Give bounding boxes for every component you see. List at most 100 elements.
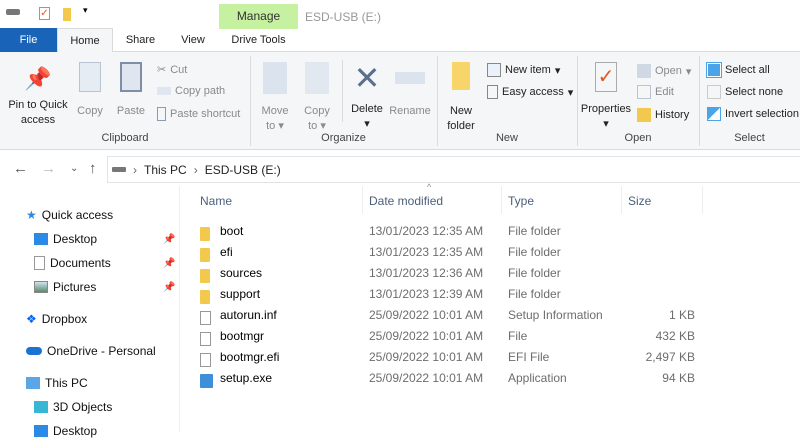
file-row[interactable]: support 13/01/2023 12:39 AM File folder xyxy=(196,284,716,305)
delete-button[interactable]: ✕ Delete ▾ xyxy=(348,62,386,132)
divider[interactable] xyxy=(362,186,363,214)
file-row[interactable]: bootmgr 25/09/2022 10:01 AM File 432 KB xyxy=(196,326,716,347)
group-label-organize: Organize xyxy=(321,132,366,144)
tab-home[interactable]: Home xyxy=(57,28,113,53)
window-title: ESD-USB (E:) xyxy=(305,10,382,24)
file-type: EFI File xyxy=(508,350,550,364)
file-row[interactable]: bootmgr.efi 25/09/2022 10:01 AM EFI File… xyxy=(196,347,716,368)
address-bar[interactable]: › This PC › ESD-USB (E:) xyxy=(107,156,800,183)
breadcrumb-this-pc[interactable]: This PC xyxy=(144,163,187,177)
forward-arrow-icon[interactable]: → xyxy=(41,160,56,177)
label: Paste shortcut xyxy=(170,108,241,120)
file-icon xyxy=(200,311,211,325)
file-type: File folder xyxy=(508,287,561,301)
divider[interactable] xyxy=(501,186,502,214)
properties-qat-icon[interactable]: ✓ xyxy=(39,7,50,20)
invert-selection-button[interactable]: Invert selection xyxy=(707,107,799,121)
easy-access-icon xyxy=(487,85,498,99)
back-arrow-icon[interactable]: ← xyxy=(13,160,28,177)
pin-icon[interactable]: 📌 xyxy=(163,282,175,293)
nav-dropbox[interactable]: ❖ Dropbox xyxy=(26,312,87,326)
pin-icon[interactable]: 📌 xyxy=(163,258,175,269)
label: access xyxy=(20,114,56,126)
file-size: 432 KB xyxy=(655,329,695,343)
tab-share[interactable]: Share xyxy=(113,28,168,52)
label: Properties xyxy=(580,103,632,115)
label: OneDrive - Personal xyxy=(47,344,156,358)
rename-button[interactable]: Rename xyxy=(389,62,431,119)
column-header-date[interactable]: Date modified xyxy=(369,194,443,208)
tab-file[interactable]: File xyxy=(0,28,57,52)
breadcrumb-esd-usb[interactable]: ESD-USB (E:) xyxy=(205,163,281,177)
label: Paste xyxy=(116,105,146,117)
group-label-open: Open xyxy=(624,132,652,144)
copy-to-button[interactable]: Copy to ▾ xyxy=(298,62,336,134)
up-arrow-icon[interactable]: ↑ xyxy=(89,160,97,177)
select-none-button[interactable]: Select none xyxy=(707,85,783,99)
new-folder-qat-icon[interactable] xyxy=(63,8,71,21)
column-header-name[interactable]: Name xyxy=(200,194,232,208)
properties-button[interactable]: ✓ Properties ▾ xyxy=(580,62,632,132)
pin-icon[interactable]: 📌 xyxy=(163,234,175,245)
nav-desktop[interactable]: Desktop xyxy=(34,232,97,246)
divider[interactable] xyxy=(702,186,703,214)
pictures-icon xyxy=(34,281,48,293)
file-row[interactable]: autorun.inf 25/09/2022 10:01 AM Setup In… xyxy=(196,305,716,326)
tab-view[interactable]: View xyxy=(168,28,218,52)
file-name: bootmgr xyxy=(220,329,265,343)
column-header-size[interactable]: Size xyxy=(628,194,651,208)
copy-button[interactable]: Copy xyxy=(73,62,107,119)
nav-documents[interactable]: Documents xyxy=(34,256,111,270)
new-item-button[interactable]: New item ▾ xyxy=(487,63,560,77)
manage-context-label: Manage xyxy=(219,4,298,29)
tab-drive-tools[interactable]: Drive Tools xyxy=(219,28,298,52)
paste-shortcut-button[interactable]: Paste shortcut xyxy=(157,107,240,121)
copy-icon xyxy=(79,62,101,92)
nav-quick-access[interactable]: ★ Quick access xyxy=(26,208,113,222)
group-label-clipboard: Clipboard xyxy=(101,132,149,144)
file-name: efi xyxy=(220,245,233,259)
file-name: sources xyxy=(220,266,263,280)
copy-path-button[interactable]: Copy path xyxy=(157,85,225,97)
customize-qat-icon[interactable]: ▾ xyxy=(83,5,88,16)
navigation-pane: ★ Quick access Desktop 📌 Documents 📌 Pict… xyxy=(0,186,180,438)
nav-onedrive[interactable]: OneDrive - Personal xyxy=(26,344,156,358)
label: Open xyxy=(655,65,682,77)
file-row[interactable]: boot 13/01/2023 12:35 AM File folder xyxy=(196,221,716,242)
nav-desktop-pc[interactable]: Desktop xyxy=(34,424,97,438)
file-size: 94 KB xyxy=(662,371,695,385)
label: Select none xyxy=(725,86,784,98)
recent-chevron-icon[interactable]: ⌄ xyxy=(70,163,78,174)
cut-button[interactable]: ✂ Cut xyxy=(157,63,187,77)
file-row[interactable]: sources 13/01/2023 12:36 AM File folder xyxy=(196,263,716,284)
paste-button[interactable]: Paste xyxy=(113,62,149,119)
folder-icon xyxy=(200,269,210,283)
open-button[interactable]: Open ▾ xyxy=(637,64,691,78)
nav-this-pc[interactable]: This PC xyxy=(26,376,88,390)
move-to-button[interactable]: Move to ▾ xyxy=(256,62,294,134)
nav-pictures[interactable]: Pictures xyxy=(34,280,96,294)
file-row[interactable]: setup.exe 25/09/2022 10:01 AM Applicatio… xyxy=(196,368,716,389)
file-size: 2,497 KB xyxy=(645,350,695,364)
drive-icon xyxy=(112,167,126,172)
ribbon: 📌 Pin to Quick access Copy Paste ✂ Cut Cop… xyxy=(0,52,800,150)
nav-3d-objects[interactable]: 3D Objects xyxy=(34,400,112,414)
file-row[interactable]: efi 13/01/2023 12:35 AM File folder xyxy=(196,242,716,263)
column-header-type[interactable]: Type xyxy=(508,194,534,208)
label: Copy xyxy=(77,105,103,117)
label: Desktop xyxy=(53,232,98,246)
divider[interactable] xyxy=(621,186,622,214)
file-date: 25/09/2022 10:01 AM xyxy=(369,329,484,343)
copy-to-icon xyxy=(305,62,329,94)
new-folder-button[interactable]: New folder xyxy=(443,62,479,134)
title-bar: ✓ ▾ Manage ESD-USB (E:) xyxy=(0,0,800,29)
easy-access-button[interactable]: Easy access ▾ xyxy=(487,85,573,99)
select-all-button[interactable]: Select all xyxy=(706,62,770,78)
dropdown-arrow: ▾ xyxy=(603,118,609,130)
edit-button[interactable]: Edit xyxy=(637,85,674,99)
rename-icon xyxy=(395,72,425,84)
desktop-icon xyxy=(34,425,48,437)
pin-to-quick-access-button[interactable]: 📌 Pin to Quick access xyxy=(4,64,72,128)
history-button[interactable]: History xyxy=(637,108,689,122)
chevron-right-icon: › xyxy=(193,162,198,177)
